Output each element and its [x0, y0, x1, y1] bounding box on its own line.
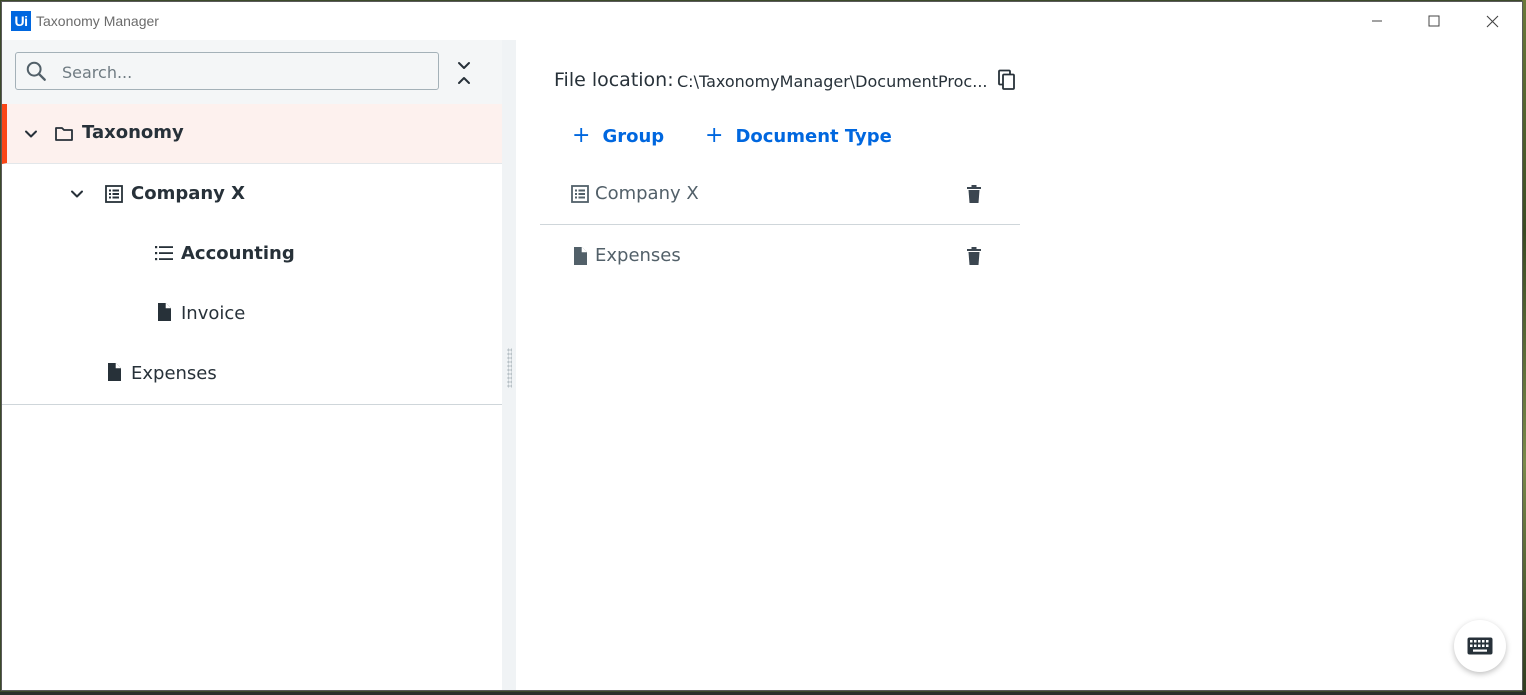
title-bar[interactable]: Ui Taxonomy Manager: [2, 2, 1522, 40]
minimize-icon: [1372, 20, 1382, 22]
tree-node-company-x[interactable]: Company X: [2, 164, 502, 224]
tree-node-label: Company X: [131, 183, 246, 204]
file-location-path: C:\TaxonomyManager\DocumentProc...: [677, 72, 988, 91]
list-item-label: Expenses: [595, 245, 681, 266]
collapse-all-icon: [458, 62, 470, 84]
taxonomy-tree-panel: Taxonomy Company X: [2, 40, 502, 690]
keyboard-shortcuts-button[interactable]: [1454, 620, 1506, 672]
document-icon: [574, 247, 587, 265]
maximize-button[interactable]: [1411, 6, 1457, 36]
file-location-label: File location:: [554, 69, 674, 91]
search-icon: [26, 61, 46, 81]
list-icon: [155, 246, 173, 261]
group-icon: [105, 185, 123, 203]
document-icon: [108, 363, 121, 381]
tree-node-taxonomy[interactable]: Taxonomy: [2, 104, 502, 164]
drag-handle-icon[interactable]: [507, 348, 512, 388]
panel-splitter[interactable]: [502, 40, 516, 690]
copy-icon[interactable]: [996, 69, 1018, 91]
delete-icon[interactable]: [964, 246, 984, 266]
list-item[interactable]: Expenses: [540, 226, 1020, 286]
search-bar: [2, 40, 502, 105]
tree-node-invoice[interactable]: Invoice: [2, 284, 502, 344]
tree-node-label: Accounting: [181, 243, 295, 264]
tree-node-label: Expenses: [131, 363, 217, 384]
search-input[interactable]: [60, 59, 424, 85]
delete-icon[interactable]: [964, 184, 984, 204]
add-document-type-label: Document Type: [735, 125, 892, 147]
window-title: Taxonomy Manager: [36, 13, 159, 29]
search-field[interactable]: [15, 52, 439, 90]
keyboard-icon: [1467, 637, 1493, 655]
taxonomy-tree: Taxonomy Company X Accounting Invoice Ex…: [2, 104, 502, 405]
tree-node-label: Taxonomy: [82, 122, 184, 143]
app-logo: Ui: [11, 11, 31, 31]
tree-node-label: Invoice: [181, 303, 246, 324]
maximize-icon: [1428, 15, 1440, 27]
close-button[interactable]: [1469, 6, 1515, 36]
group-icon: [571, 185, 589, 203]
minimize-button[interactable]: [1354, 6, 1400, 36]
close-icon: [1486, 15, 1498, 27]
add-group-label: Group: [602, 125, 665, 147]
plus-icon: +: [705, 123, 724, 148]
plus-icon: +: [572, 123, 591, 148]
tree-node-expenses[interactable]: Expenses: [2, 344, 502, 405]
folder-icon: [55, 127, 73, 141]
add-document-type-button[interactable]: + Document Type: [705, 122, 892, 150]
tree-node-accounting[interactable]: Accounting: [2, 224, 502, 284]
document-icon: [158, 303, 171, 321]
list-item[interactable]: Company X: [540, 164, 1020, 225]
chevron-down-icon[interactable]: [23, 126, 39, 142]
chevron-down-icon[interactable]: [69, 186, 85, 202]
list-item-label: Company X: [595, 183, 699, 204]
details-panel: File location: C:\TaxonomyManager\Docume…: [516, 40, 1522, 690]
app-window: Ui Taxonomy Manager Search... Taxonomy C…: [1, 1, 1523, 691]
collapse-all-button[interactable]: [452, 60, 476, 88]
add-group-button[interactable]: + Group: [572, 122, 664, 150]
